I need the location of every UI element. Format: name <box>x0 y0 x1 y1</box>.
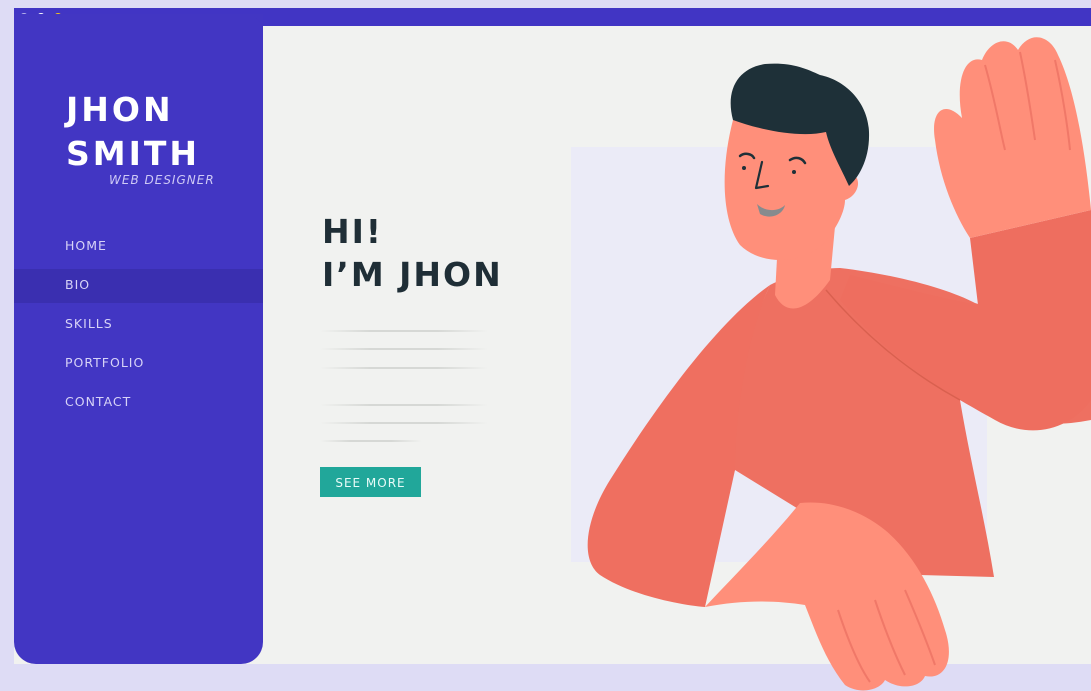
text-line <box>320 367 488 369</box>
sidebar: JHON SMITH WEB DESIGNER HOME BIO SKILLS … <box>14 14 263 664</box>
hero-heading: HI! I’M JHON <box>322 210 503 296</box>
hero-headline: I’M JHON <box>322 255 503 294</box>
nav-item-skills[interactable]: SKILLS <box>14 308 263 342</box>
text-line <box>320 422 488 424</box>
text-line <box>320 330 488 332</box>
nav-item-contact[interactable]: CONTACT <box>14 386 263 420</box>
text-line <box>320 404 488 406</box>
text-line <box>320 440 422 442</box>
text-line <box>320 348 488 350</box>
sidebar-nav: HOME BIO SKILLS PORTFOLIO CONTACT <box>14 230 263 425</box>
name-last: SMITH <box>66 134 201 173</box>
nav-item-portfolio[interactable]: PORTFOLIO <box>14 347 263 381</box>
illustration-backdrop <box>571 147 987 562</box>
name-first: JHON <box>66 90 174 129</box>
nav-item-bio[interactable]: BIO <box>14 269 263 303</box>
site-name: JHON SMITH <box>66 88 256 176</box>
nav-item-home[interactable]: HOME <box>14 230 263 264</box>
site-role: WEB DESIGNER <box>109 173 215 187</box>
see-more-button[interactable]: SEE MORE <box>320 467 421 497</box>
hero-greeting: HI! <box>322 212 383 251</box>
